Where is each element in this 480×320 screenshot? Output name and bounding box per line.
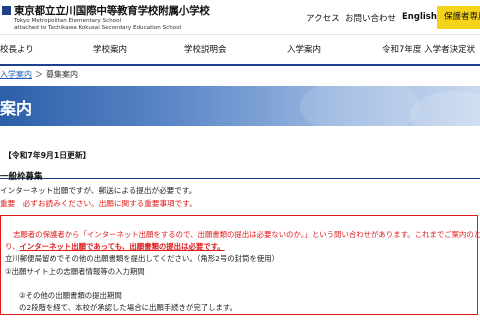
notice-line: 志願者の保護者から「インターネット出願をするので、出願書類の提出は必要ないのか。…	[13, 230, 480, 239]
section-heading: 一般枠募集	[0, 164, 480, 182]
breadcrumb-current: 募集案内	[46, 70, 78, 79]
notice-line: 立川郵便局留めでその他の出願書類を提出してください。（角形2号の封筒を使用）	[5, 254, 280, 263]
school-name-english-line1: Tokyo Metropolitan Elementary School	[14, 18, 122, 24]
nav-item-info-session[interactable]: 学校説明会	[184, 43, 227, 55]
nav-item-admission[interactable]: 入学案内	[287, 43, 321, 55]
notice-line: り、インターネット出願であっても、出願書類の提出は必要です。	[5, 241, 225, 252]
access-link[interactable]: アクセス	[306, 12, 340, 24]
important-notice-text: 重要 必ずお読みください。出願に関する重要事項です。	[0, 199, 197, 208]
guardian-only-button[interactable]: 保護者専用	[437, 6, 480, 29]
breadcrumb-separator: ＞	[35, 70, 43, 79]
banner-decoration	[410, 91, 480, 141]
important-notice-box: 志願者の保護者から「インターネット出願をするので、出願書類の提出は必要ないのか。…	[0, 215, 480, 315]
english-link[interactable]: English	[402, 12, 437, 22]
notice-line: の2段階を経て、本校が承認した場合に出願手続きが完了します。	[19, 303, 237, 312]
nav-item-school-info[interactable]: 学校案内	[93, 43, 127, 55]
nav-item-principal[interactable]: 校長より	[0, 43, 34, 55]
section-title: 一般枠募集	[0, 172, 43, 182]
school-name-english-line2: attached to Tachikawa Kokusai Secondary …	[14, 25, 182, 31]
page-title: 案内	[0, 99, 33, 118]
global-nav: 校長より 学校案内 学校説明会 入学案内 令和7年度 入学者決定状	[0, 34, 480, 66]
update-date-note: 【令和7年9月1日更新】	[4, 151, 91, 160]
breadcrumb-link-admission[interactable]: 入学案内	[0, 70, 32, 79]
notice-line: ②その他の出願書類の提出期間	[19, 291, 122, 300]
school-name[interactable]: 東京都立立川国際中等教育学校附属小学校	[14, 3, 210, 18]
breadcrumb: 入学案内＞募集案内	[0, 69, 78, 80]
notice-emphasis: インターネット出願であっても、出願書類の提出は必要です。	[19, 242, 225, 251]
contact-link[interactable]: お問い合わせ	[345, 12, 396, 24]
nav-item-admission-status[interactable]: 令和7年度 入学者決定状	[382, 43, 475, 55]
notice-line: ①出願サイト上の志願者情報等の入力期間	[5, 267, 145, 276]
banner-decoration	[300, 76, 420, 136]
page-title-banner: 案内	[0, 76, 480, 141]
school-logo-icon[interactable]	[2, 6, 11, 15]
site-header: 東京都立立川国際中等教育学校附属小学校 Tokyo Metropolitan E…	[0, 0, 480, 34]
notice-text: り、	[5, 242, 20, 251]
body-text: インターネット出願ですが、郵送による提出が必要です。	[0, 186, 197, 195]
